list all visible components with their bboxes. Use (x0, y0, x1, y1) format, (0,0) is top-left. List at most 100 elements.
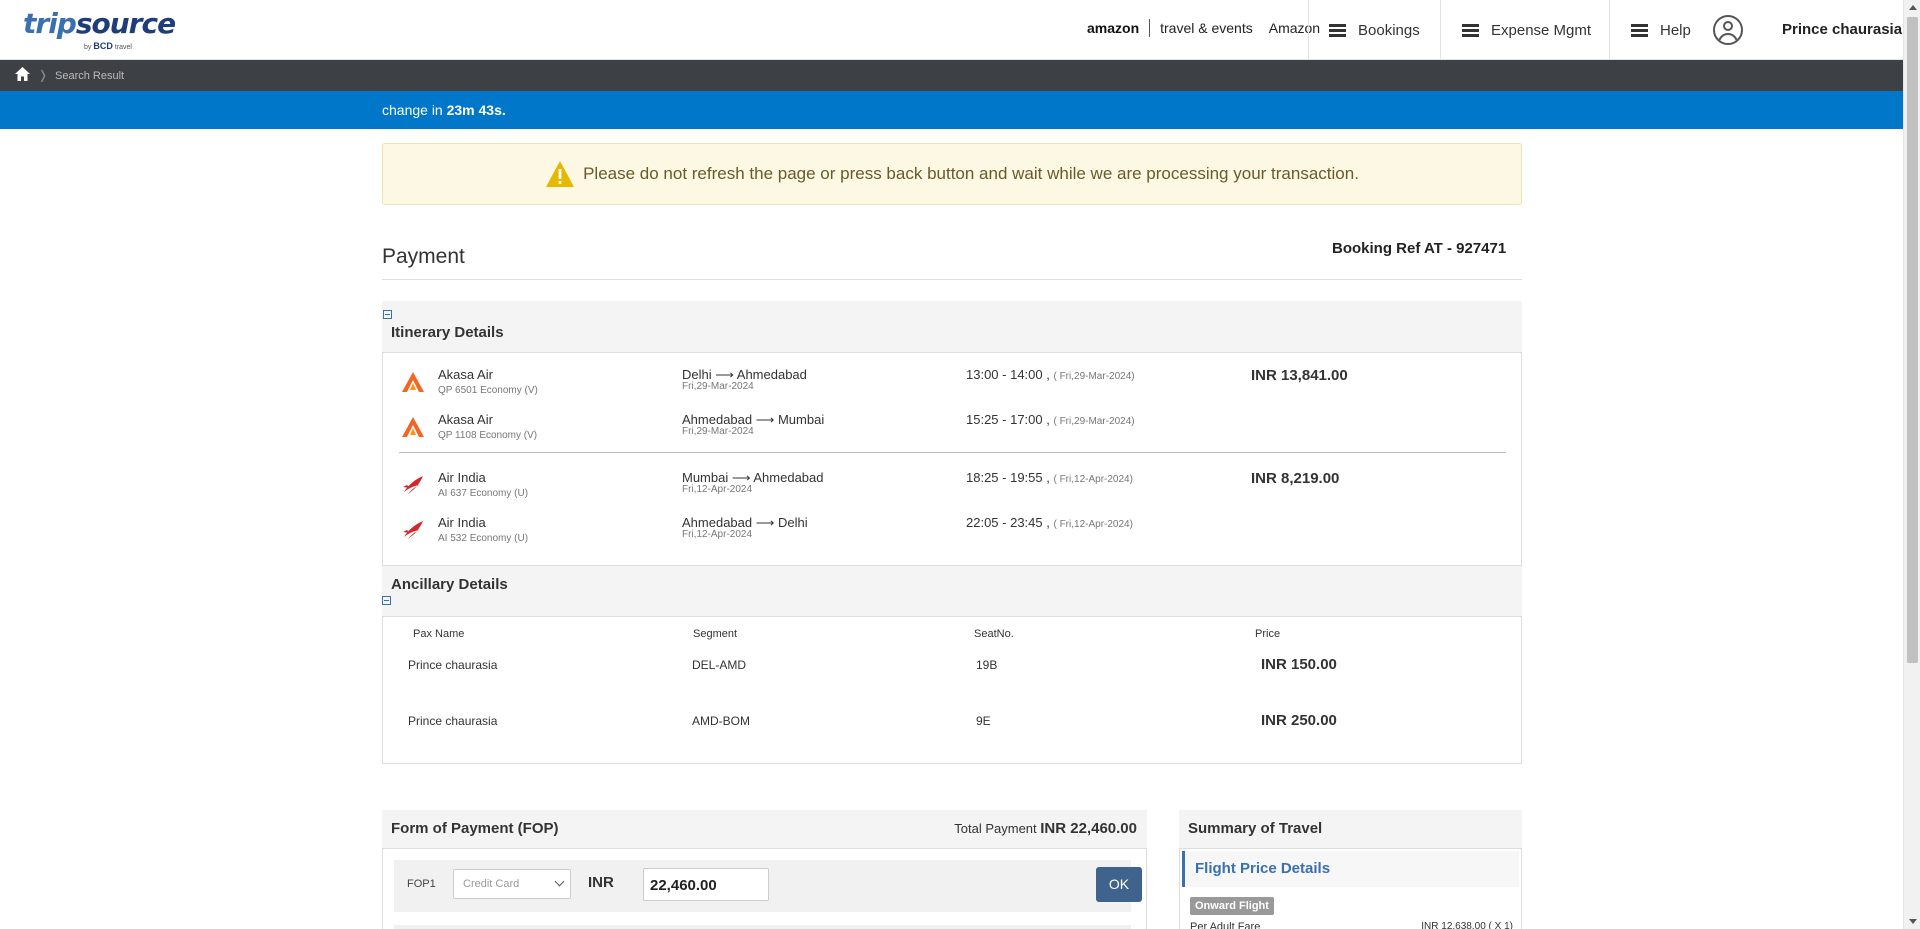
per-adult-fare-label: Per Adult Fare (1190, 921, 1261, 929)
akasa-air-logo-icon (402, 417, 424, 437)
collapse-icon[interactable] (382, 596, 391, 605)
flight-price-details-label: Flight Price Details (1195, 860, 1331, 877)
payment-method-placeholder: Credit Card (463, 878, 520, 890)
flight-time-range: 15:25 - 17:00 , (966, 412, 1050, 427)
flight-time-range: 18:25 - 19:55 , (966, 470, 1050, 485)
flight-times: 18:25 - 19:55 , ( Fri,12-Apr-2024) (966, 470, 1133, 485)
flight-times: 15:25 - 17:00 , ( Fri,29-Mar-2024) (966, 412, 1135, 427)
amazon-travel-branding: amazon travel & events Amazon (1087, 19, 1320, 37)
menu-icon (1329, 23, 1346, 37)
page-title: Payment (382, 245, 465, 268)
column-header-seat: SeatNo. (974, 628, 1014, 640)
nav-bookings-label: Bookings (1358, 21, 1420, 39)
flight-price-details-header[interactable]: Flight Price Details (1182, 851, 1519, 887)
warning-icon (546, 161, 575, 187)
fop-total: Total Payment INR 22,460.00 (954, 820, 1137, 837)
logo-byline: by BCD travel (84, 41, 132, 51)
summary-panel: Flight Price Details Onward Flight Per A… (1179, 848, 1522, 929)
ok-button[interactable]: OK (1096, 867, 1142, 902)
logo-source: source (75, 7, 176, 40)
menu-icon (1631, 23, 1648, 37)
amazon-tagline: travel & events (1160, 20, 1253, 36)
fop-row: FOP1 Credit Card INR 22,460.00 OK (394, 860, 1142, 912)
logo-trip: trip (23, 7, 77, 40)
itinerary-title: Itinerary Details (391, 324, 504, 341)
nav-bookings[interactable]: Bookings (1308, 0, 1440, 60)
timer-value: 23m 43s. (446, 102, 506, 118)
amazon-divider (1149, 19, 1151, 37)
payment-method-select[interactable]: Credit Card (453, 869, 571, 899)
column-header-segment: Segment (693, 628, 738, 640)
ancillary-section-header: Ancillary Details (382, 566, 1522, 616)
home-icon[interactable] (15, 67, 30, 81)
flight-time-date: ( Fri,29-Mar-2024) (1053, 416, 1135, 427)
fop-panel: FOP1 Credit Card INR 22,460.00 OK (382, 848, 1147, 929)
amazon-logo: amazon (1087, 20, 1140, 36)
itinerary-list: Akasa Air QP 6501 Economy (V) Delhi ⟶ Ah… (382, 352, 1522, 566)
flight-segment: Akasa Air QP 1108 Economy (V) Ahmedabad … (383, 410, 1523, 450)
flight-date: Fri,12-Apr-2024 (682, 529, 753, 540)
nav-expense-mgmt[interactable]: Expense Mgmt (1440, 0, 1609, 60)
flight-date: Fri,29-Mar-2024 (682, 426, 754, 437)
table-cell-seat: 9E (976, 714, 991, 728)
breadcrumb-separator-icon: ❭ (38, 68, 49, 82)
collapse-icon[interactable] (383, 310, 392, 319)
flight-time-date: ( Fri,12-Apr-2024) (1053, 474, 1133, 485)
page-scrollbar[interactable] (1903, 0, 1920, 929)
tripsource-logo[interactable]: tripsource by BCD travel (23, 7, 176, 51)
fop-total-value: INR 22,460.00 (1040, 820, 1137, 837)
chevron-down-icon (554, 876, 565, 887)
flight-times: 22:05 - 23:45 , ( Fri,12-Apr-2024) (966, 515, 1133, 530)
flight-number-class: AI 532 Economy (U) (438, 533, 529, 544)
onward-flight-badge: Onward Flight (1190, 897, 1274, 915)
column-header-price: Price (1255, 628, 1281, 640)
user-name[interactable]: Prince chaurasia (1782, 21, 1902, 38)
air-india-logo-icon (403, 476, 423, 494)
booking-ref: Booking Ref AT - 927471 (1332, 240, 1507, 257)
flight-segment: Air India AI 532 Economy (U) Ahmedabad ⟶… (383, 513, 1523, 553)
table-cell-segment: DEL-AMD (692, 658, 747, 672)
airline-name: Air India (438, 470, 486, 485)
table-cell-price: INR 250.00 (1261, 712, 1337, 729)
nav-help-label: Help (1660, 21, 1691, 39)
nav-help[interactable]: Help (1609, 0, 1711, 60)
divider (382, 279, 1522, 280)
payment-amount-input[interactable]: 22,460.00 (643, 868, 769, 901)
top-header: tripsource by BCD travel amazon travel &… (0, 0, 1903, 60)
flight-time-date: ( Fri,12-Apr-2024) (1053, 519, 1133, 530)
nav-expense-label: Expense Mgmt (1491, 21, 1592, 39)
session-timer-bar: change in 23m 43s. (0, 91, 1903, 129)
column-header-pax: Pax Name (413, 628, 465, 640)
flight-time-date: ( Fri,29-Mar-2024) (1053, 371, 1135, 382)
fop-title: Form of Payment (FOP) (391, 820, 559, 837)
journey-divider (399, 452, 1506, 453)
logo-bcd: BCD (93, 41, 113, 51)
airline-name: Akasa Air (438, 367, 493, 382)
air-india-logo-icon (403, 521, 423, 539)
scroll-up-icon[interactable] (1909, 5, 1917, 10)
table-cell-price: INR 150.00 (1261, 656, 1337, 673)
airline-name: Air India (438, 515, 486, 530)
scroll-down-icon[interactable] (1909, 919, 1917, 924)
scrollbar-thumb[interactable] (1907, 17, 1918, 663)
flight-date: Fri,12-Apr-2024 (682, 484, 753, 495)
flight-number-class: QP 6501 Economy (V) (438, 385, 538, 396)
fop-section-header: Form of Payment (FOP) Total Payment INR … (382, 810, 1147, 848)
logo-travel: travel (114, 44, 132, 51)
airline-name: Akasa Air (438, 412, 493, 427)
summary-title: Summary of Travel (1188, 820, 1323, 837)
flight-price: INR 8,219.00 (1251, 470, 1340, 487)
fop-row (394, 925, 1131, 929)
user-avatar-icon[interactable] (1713, 15, 1743, 45)
flight-date: Fri,29-Mar-2024 (682, 381, 754, 392)
logo-by: by (84, 44, 92, 51)
flight-segment: Air India AI 637 Economy (U) Mumbai ⟶ Ah… (383, 468, 1523, 508)
summary-section-header: Summary of Travel (1179, 810, 1522, 848)
menu-icon (1462, 23, 1479, 37)
flight-number-class: AI 637 Economy (U) (438, 488, 529, 499)
session-timer-text: change in 23m 43s. (382, 102, 506, 118)
flight-times: 13:00 - 14:00 , ( Fri,29-Mar-2024) (966, 367, 1135, 382)
per-adult-fare-value: INR 12,638.00 ( X 1) (1421, 921, 1513, 929)
breadcrumb-current: Search Result (55, 70, 125, 82)
ancillary-title: Ancillary Details (391, 576, 508, 593)
